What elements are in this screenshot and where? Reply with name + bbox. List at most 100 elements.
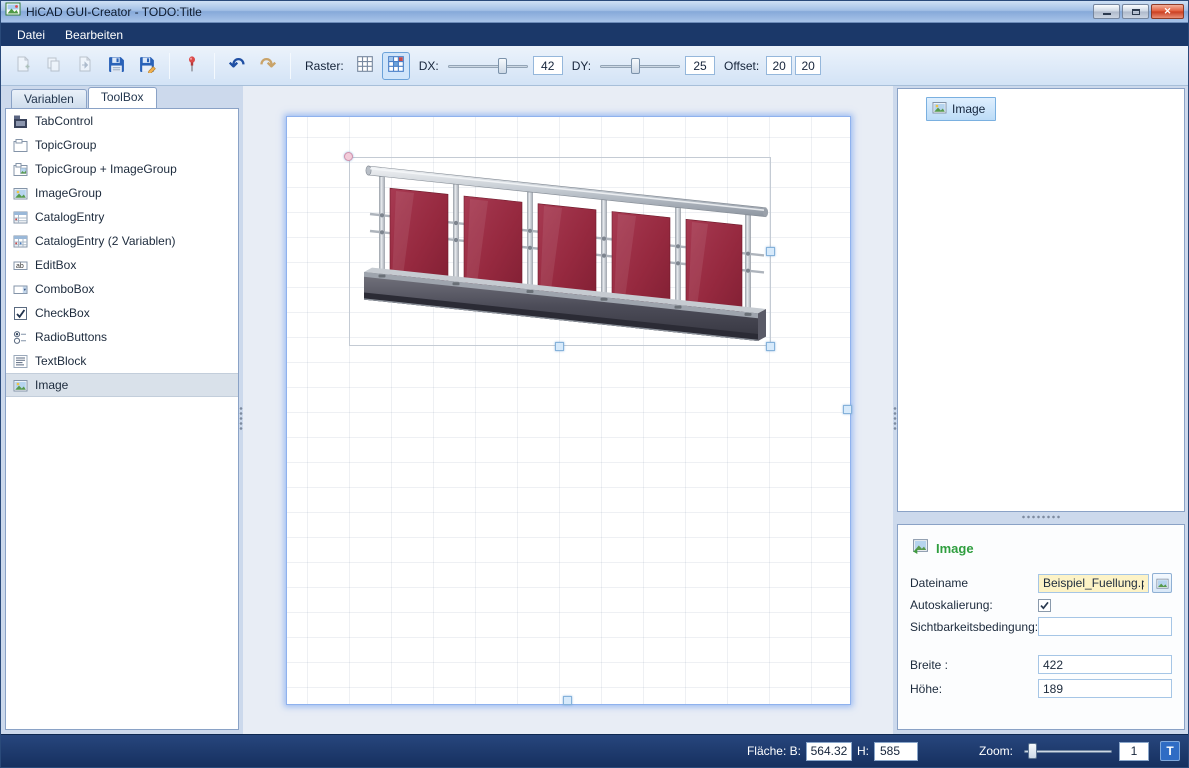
toolbox-item-combobox[interactable]: ComboBox bbox=[6, 277, 238, 301]
catalogentry-2-icon bbox=[12, 233, 28, 249]
toolbox-item-label: EditBox bbox=[35, 258, 76, 272]
text-tool-button[interactable]: T bbox=[1160, 741, 1180, 761]
grid-snap-icon bbox=[387, 55, 405, 76]
flaeche-h-input[interactable] bbox=[874, 742, 918, 761]
image-resize-handle-bottom[interactable] bbox=[555, 342, 564, 351]
page-arrow-icon bbox=[77, 56, 93, 75]
outline-item-label: Image bbox=[952, 102, 985, 116]
sichtbarkeit-label: Sichtbarkeitsbedingung: bbox=[910, 620, 1038, 634]
toolbox-item-tabcontrol[interactable]: TabControl bbox=[6, 109, 238, 133]
textblock-icon bbox=[12, 353, 28, 369]
flaeche-label: Fläche: B: bbox=[747, 744, 801, 758]
open-button[interactable] bbox=[71, 52, 99, 80]
zoom-slider[interactable] bbox=[1022, 740, 1114, 762]
close-icon: ✕ bbox=[1164, 6, 1172, 17]
status-bar: Fläche: B: H: Zoom: T bbox=[1, 734, 1188, 767]
checkbox-icon bbox=[12, 305, 28, 321]
title-bar: HiCAD GUI-Creator - TODO:Title ✕ bbox=[1, 1, 1188, 23]
hoehe-label: Höhe: bbox=[910, 682, 1038, 696]
offset-label: Offset: bbox=[724, 59, 759, 73]
railing-image[interactable] bbox=[349, 157, 771, 346]
undo-icon: ↶ bbox=[229, 56, 245, 75]
maximize-button[interactable] bbox=[1122, 4, 1149, 19]
undo-button[interactable]: ↶ bbox=[223, 52, 251, 80]
dx-slider-thumb[interactable] bbox=[498, 58, 507, 74]
toolbox-item-catalogentry-2[interactable]: CatalogEntry (2 Variablen) bbox=[6, 229, 238, 253]
toolbox-item-checkbox[interactable]: CheckBox bbox=[6, 301, 238, 325]
left-tabstrip: Variablen ToolBox bbox=[5, 88, 239, 108]
dy-slider-track bbox=[600, 65, 680, 68]
breite-input[interactable] bbox=[1038, 655, 1172, 674]
right-panel-splitter-grip[interactable] bbox=[1021, 515, 1061, 519]
design-canvas[interactable] bbox=[286, 116, 851, 705]
dy-slider[interactable] bbox=[598, 55, 682, 77]
maximize-icon bbox=[1132, 9, 1140, 15]
dx-label: DX: bbox=[419, 59, 439, 73]
toolbox-item-label: TopicGroup bbox=[35, 138, 96, 152]
main-region: Variablen ToolBox TabControl TopicGroup … bbox=[1, 86, 1188, 734]
autoskalierung-checkbox[interactable] bbox=[1038, 599, 1051, 612]
offset-x-input[interactable] bbox=[766, 56, 792, 75]
image-resize-handle-right[interactable] bbox=[766, 247, 775, 256]
topicgroup-imagegroup-icon bbox=[12, 161, 28, 177]
dx-slider-track bbox=[448, 65, 528, 68]
autoskalierung-row: Autoskalierung: bbox=[910, 598, 1172, 612]
redo-icon: ↷ bbox=[260, 56, 276, 75]
tab-toolbox[interactable]: ToolBox bbox=[88, 87, 157, 108]
canvas-resize-handle-right[interactable] bbox=[843, 405, 852, 414]
toolbox-item-radiobuttons[interactable]: RadioButtons bbox=[6, 325, 238, 349]
topicgroup-icon bbox=[12, 137, 28, 153]
pin-icon bbox=[185, 56, 199, 75]
toolbox-item-topicgroup-imagegroup[interactable]: TopicGroup + ImageGroup bbox=[6, 157, 238, 181]
dx-slider[interactable] bbox=[446, 55, 530, 77]
toolbox-item-label: CatalogEntry (2 Variablen) bbox=[35, 234, 176, 248]
dateiname-input[interactable] bbox=[1038, 574, 1149, 593]
toolbox-item-label: ImageGroup bbox=[35, 186, 102, 200]
dx-value-input[interactable] bbox=[533, 56, 563, 75]
dy-slider-thumb[interactable] bbox=[631, 58, 640, 74]
toolbox-item-topicgroup[interactable]: TopicGroup bbox=[6, 133, 238, 157]
close-button[interactable]: ✕ bbox=[1151, 4, 1184, 19]
raster-grid-button[interactable] bbox=[351, 52, 379, 80]
pin-button[interactable] bbox=[178, 52, 206, 80]
right-panel: Image Image Dateiname Autoskalierung bbox=[897, 88, 1185, 730]
sichtbarkeit-row: Sichtbarkeitsbedingung: bbox=[910, 617, 1172, 636]
toolbox-item-textblock[interactable]: TextBlock bbox=[6, 349, 238, 373]
outline-item-image[interactable]: Image bbox=[926, 97, 996, 121]
toolbox-item-editbox[interactable]: ab EditBox bbox=[6, 253, 238, 277]
toolbox-item-label: ComboBox bbox=[35, 282, 94, 296]
image-properties-icon bbox=[912, 537, 929, 559]
zoom-label: Zoom: bbox=[979, 744, 1013, 758]
image-resize-handle-bottom-right[interactable] bbox=[766, 342, 775, 351]
toolbox-item-label: RadioButtons bbox=[35, 330, 107, 344]
image-origin-handle[interactable] bbox=[344, 152, 353, 161]
browse-image-button[interactable] bbox=[1152, 573, 1172, 593]
save-button[interactable] bbox=[102, 52, 130, 80]
canvas-resize-handle-bottom[interactable] bbox=[563, 696, 572, 705]
zoom-slider-thumb[interactable] bbox=[1028, 743, 1037, 759]
new-page-icon bbox=[15, 56, 31, 75]
menu-bearbeiten[interactable]: Bearbeiten bbox=[55, 25, 133, 45]
flaeche-b-input[interactable] bbox=[806, 742, 852, 761]
save-icon bbox=[108, 56, 125, 76]
raster-snap-button[interactable] bbox=[382, 52, 410, 80]
radiobuttons-icon bbox=[12, 329, 28, 345]
new-button[interactable] bbox=[9, 52, 37, 80]
copy-button[interactable] bbox=[40, 52, 68, 80]
sichtbarkeit-input[interactable] bbox=[1038, 617, 1172, 636]
hoehe-input[interactable] bbox=[1038, 679, 1172, 698]
zoom-value-input[interactable] bbox=[1119, 742, 1149, 761]
dy-value-input[interactable] bbox=[685, 56, 715, 75]
toolbox-item-image[interactable]: Image bbox=[6, 373, 238, 397]
redo-button[interactable]: ↷ bbox=[254, 52, 282, 80]
toolbox-item-label: CatalogEntry bbox=[35, 210, 104, 224]
offset-y-input[interactable] bbox=[795, 56, 821, 75]
save-as-button[interactable] bbox=[133, 52, 161, 80]
menu-datei[interactable]: Datei bbox=[7, 25, 55, 45]
minimize-button[interactable] bbox=[1093, 4, 1120, 19]
dy-label: DY: bbox=[572, 59, 591, 73]
toolbox-item-imagegroup[interactable]: ImageGroup bbox=[6, 181, 238, 205]
toolbox-item-catalogentry[interactable]: CatalogEntry bbox=[6, 205, 238, 229]
dateiname-label: Dateiname bbox=[910, 576, 1038, 590]
tab-variablen[interactable]: Variablen bbox=[11, 89, 87, 108]
